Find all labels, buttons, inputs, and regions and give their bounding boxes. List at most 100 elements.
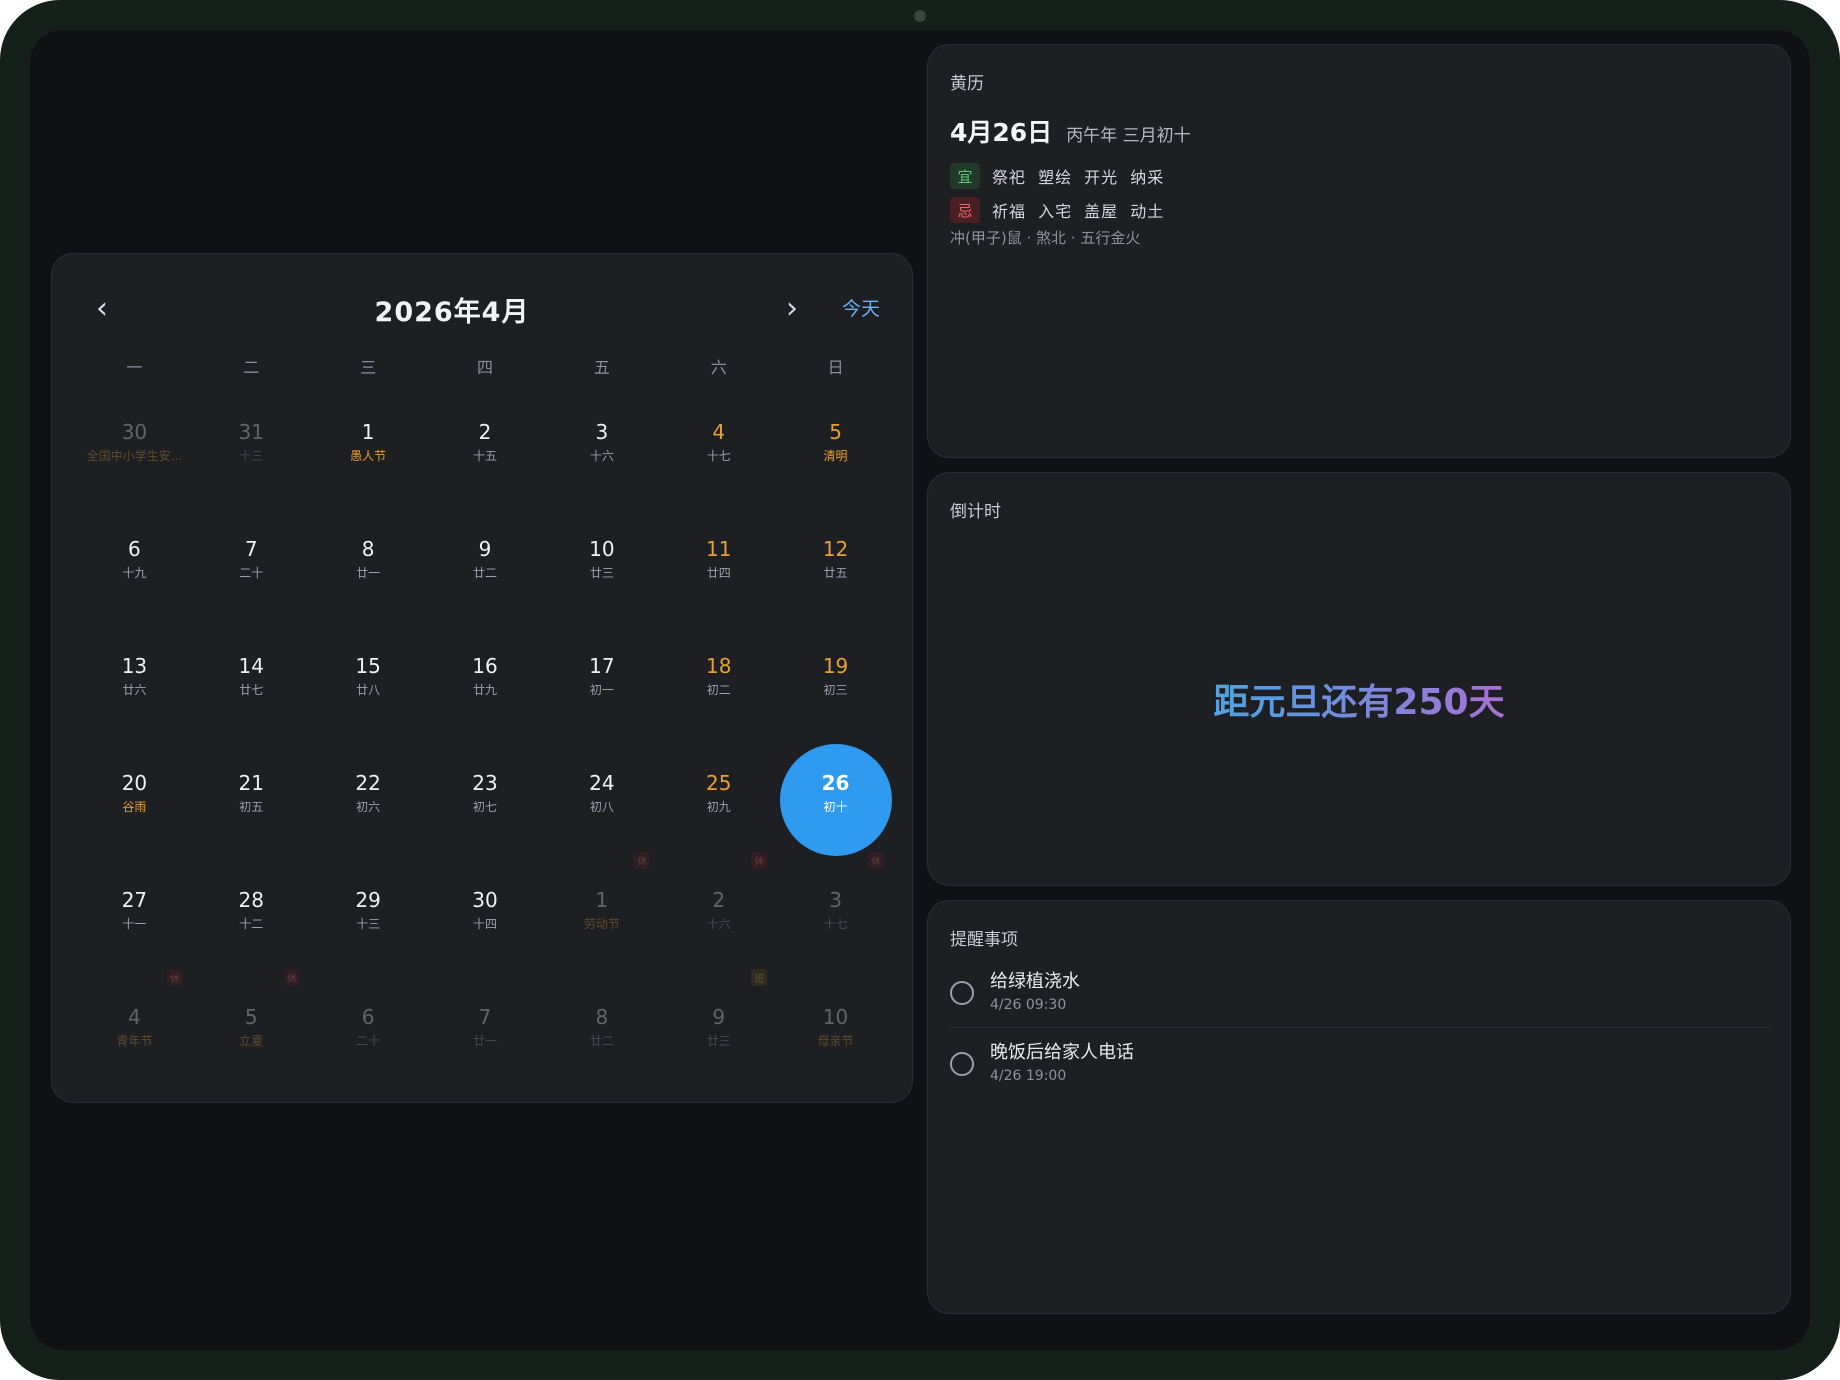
day-number: 30	[472, 888, 498, 912]
calendar-day[interactable]: 23 初七	[427, 753, 544, 870]
holiday-badge: 休	[867, 852, 884, 869]
day-lunar-label: 廿二	[589, 1034, 614, 1048]
reminder-item[interactable]: 给绿植浇水 4/26 09:30	[950, 959, 1770, 1029]
chevron-right-icon[interactable]: ›	[772, 288, 812, 328]
day-number: 2	[478, 420, 492, 444]
day-lunar-label: 十三	[239, 449, 264, 463]
calendar-day[interactable]: 16 廿九	[427, 636, 544, 753]
day-lunar-label: 立夏	[239, 1034, 264, 1048]
calendar-day[interactable]: 31 十三	[193, 402, 310, 519]
calendar-day[interactable]: 15 廿八	[310, 636, 427, 753]
workday-badge: 班	[751, 969, 768, 986]
calendar-day[interactable]: 29 十三	[310, 870, 427, 987]
day-number: 9	[712, 1005, 726, 1029]
day-lunar-label: 廿三	[706, 1034, 731, 1048]
day-lunar-label: 廿五	[823, 566, 848, 580]
day-lunar-label: 廿二	[472, 566, 497, 580]
calendar-day[interactable]: 7 廿一	[427, 987, 544, 1104]
checkbox-circle-icon[interactable]	[950, 981, 974, 1005]
calendar-day[interactable]: 10 母亲节	[777, 987, 894, 1104]
tablet-frame: ‹ 2026年4月 › 今天 一 二 三 四 五 六 日 30 全国中小学生安..…	[0, 0, 1840, 1380]
day-lunar-label: 二十	[356, 1034, 381, 1048]
bad-items: 祈福 入宅 盖屋 动土	[992, 202, 1165, 221]
day-number: 10	[589, 537, 615, 561]
calendar-day[interactable]: 3 十六	[543, 402, 660, 519]
reminder-time: 4/26 09:30	[990, 997, 1067, 1013]
calendar-day[interactable]: 4 十七	[660, 402, 777, 519]
day-number: 11	[705, 537, 732, 561]
calendar-day[interactable]: 8 廿二	[543, 987, 660, 1104]
holiday-badge: 休	[634, 852, 651, 869]
calendar-day[interactable]: 18 初二	[660, 636, 777, 753]
calendar-day[interactable]: 8 廿一	[310, 519, 427, 636]
camera-dot	[914, 10, 926, 22]
weekday-label: 二	[243, 358, 260, 377]
day-lunar-label: 初三	[823, 683, 848, 697]
calendar-day[interactable]: 12 廿五	[777, 519, 894, 636]
calendar-day[interactable]: 1 愚人节	[310, 402, 427, 519]
day-lunar-label: 初二	[706, 683, 731, 697]
day-lunar-label: 初七	[472, 800, 497, 814]
day-lunar-label: 廿一	[472, 1034, 497, 1048]
calendar-day[interactable]: 20 谷雨	[76, 753, 193, 870]
day-number: 21	[238, 771, 264, 795]
holiday-badge: 休	[166, 969, 183, 986]
day-lunar-label: 十六	[589, 449, 614, 463]
today-button[interactable]: 今天	[842, 294, 880, 321]
calendar-day[interactable]: 22 初六	[310, 753, 427, 870]
calendar-day[interactable]: 30 全国中小学生安...	[76, 402, 193, 519]
countdown-card: 倒计时 距元旦还有250天	[927, 472, 1791, 886]
calendar-day[interactable]: 10 廿三	[543, 519, 660, 636]
day-lunar-label: 劳动节	[583, 917, 620, 931]
divider	[950, 1027, 1770, 1028]
good-tag: 宜	[950, 163, 980, 189]
calendar-day[interactable]: 17 初一	[543, 636, 660, 753]
day-lunar-label: 全国中小学生安...	[86, 449, 183, 463]
day-number: 17	[589, 654, 615, 678]
day-lunar-label: 十四	[472, 917, 497, 931]
calendar-day[interactable]: 2 十五	[427, 402, 544, 519]
day-number: 28	[238, 888, 264, 912]
day-number: 6	[361, 1005, 375, 1029]
day-number: 7	[478, 1005, 492, 1029]
countdown-text: 距元旦还有250天	[928, 673, 1790, 725]
calendar-day[interactable]: 3 十七 休	[777, 852, 894, 987]
day-number: 3	[595, 420, 609, 444]
day-lunar-label: 初一	[589, 683, 614, 697]
calendar-day[interactable]: 5 立夏 休	[193, 969, 310, 1104]
calendar-day[interactable]: 19 初三	[777, 636, 894, 753]
checkbox-circle-icon[interactable]	[950, 1052, 974, 1076]
calendar-day[interactable]: 6 十九	[76, 519, 193, 636]
calendar-day[interactable]: 13 廿六	[76, 636, 193, 753]
day-number: 29	[355, 888, 381, 912]
day-lunar-label: 十六	[706, 917, 731, 931]
weekday-label: 三	[360, 358, 377, 377]
day-lunar-label: 十九	[122, 566, 147, 580]
day-lunar-label: 十七	[706, 449, 731, 463]
weekday-header: 一 二 三 四 五 六 日	[76, 354, 894, 384]
day-number: 12	[822, 537, 849, 561]
calendar-day[interactable]: 30 十四	[427, 870, 544, 987]
calendar-day[interactable]: 21 初五	[193, 753, 310, 870]
day-number: 20	[121, 771, 148, 795]
calendar-day[interactable]: 14 廿七	[193, 636, 310, 753]
day-lunar-label: 十二	[239, 917, 264, 931]
reminder-item[interactable]: 晚饭后给家人电话 4/26 19:00	[950, 1030, 1770, 1100]
good-items: 祭祀 塑绘 开光 纳采	[992, 168, 1165, 187]
calendar-day[interactable]: 9 廿二	[427, 519, 544, 636]
day-number: 23	[472, 771, 498, 795]
calendar-day[interactable]: 4 青年节 休	[76, 969, 193, 1104]
holiday-badge: 休	[751, 852, 768, 869]
calendar-day[interactable]: 11 廿四	[660, 519, 777, 636]
day-lunar-label: 母亲节	[817, 1034, 854, 1048]
calendar-day[interactable]: 1 劳动节 休	[543, 852, 660, 987]
day-number: 22	[355, 771, 381, 795]
calendar-day[interactable]: 7 二十	[193, 519, 310, 636]
countdown-title: 倒计时	[950, 502, 1001, 522]
calendar-day[interactable]: 9 廿三 班	[660, 969, 777, 1104]
calendar-day[interactable]: 5 清明	[777, 402, 894, 519]
day-number: 25	[705, 771, 732, 795]
reminder-title: 晚饭后给家人电话	[990, 1042, 1134, 1063]
day-lunar-label: 愚人节	[350, 449, 387, 463]
calendar-day[interactable]: 6 二十	[310, 987, 427, 1104]
